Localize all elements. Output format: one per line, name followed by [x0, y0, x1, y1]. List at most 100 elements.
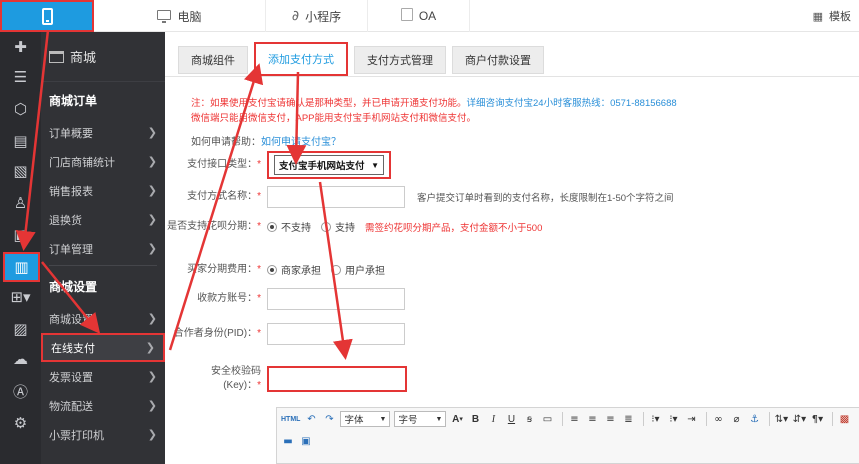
pid-input[interactable] — [267, 323, 405, 345]
help-line: 如何申请帮助：如何申请支付宝？ — [191, 133, 341, 148]
huabei-option-no[interactable]: 不支持 — [267, 219, 311, 234]
sidebar-item-mall-settings[interactable]: 商城设置 ❯ — [41, 304, 165, 333]
sidebar-item-returns[interactable]: 退换货 ❯ — [41, 205, 165, 234]
tab-payment-management[interactable]: 支付方式管理 — [354, 46, 446, 74]
apps-grid-icon[interactable]: ⊞▾ — [0, 282, 41, 312]
sidebar-item-invoice-settings[interactable]: 发票设置 ❯ — [41, 362, 165, 391]
italic-icon[interactable]: I — [486, 411, 500, 427]
editor-toolbar-row-2: ▬ ▣ — [277, 430, 859, 452]
tab-merchant-payment[interactable]: 商户付款设置 — [452, 46, 544, 74]
monitor-card-icon[interactable]: ▣ — [0, 220, 41, 250]
account-row: 收款方账号：* — [165, 288, 405, 310]
sidebar-title: 商城 — [70, 50, 97, 65]
tab-underline — [165, 76, 859, 77]
clipboard-icon[interactable]: ▥ — [3, 252, 40, 282]
sidebar-item-online-payment[interactable]: 在线支付 ❯ — [41, 333, 165, 362]
tab-miniprogram[interactable]: ∂ 小程序 — [266, 0, 368, 32]
huabei-row: 是否支持花呗分期：* 不支持 支持 需签约花呗分期产品，支付金额不小于500 — [165, 219, 542, 235]
document-icon[interactable]: ▤ — [0, 126, 41, 156]
icon-sidebar: ✚ ☰ ⬡ ▤ ▧ ♙ ▣ ▥ ⊞▾ ▨ ☁ Ⓐ ⚙ — [0, 32, 41, 464]
template-label: 模板 — [829, 11, 851, 23]
rich-text-editor: HTML ↶ ↷ 字体 ▼ 字号 ▼ A ▾ B I U ꞩ ▭ ≡ ≡ ≡ ≣ ⁝▾… — [276, 407, 859, 464]
divider — [769, 412, 771, 426]
sidebar-item-order-management[interactable]: 订单管理 ❯ — [41, 234, 165, 263]
clear-format-icon[interactable]: ▭ — [540, 411, 554, 427]
interface-type-select[interactable]: 支付宝手机网站支付 ▼ — [274, 155, 384, 175]
fee-option-user[interactable]: 用户承担 — [331, 262, 385, 277]
sidebar-item-label: 在线支付 — [51, 342, 95, 355]
gear-icon[interactable]: ⚙ — [0, 408, 41, 438]
section-title-settings: 商城设置 — [49, 279, 98, 294]
sidebar-item-logistics[interactable]: 物流配送 ❯ — [41, 391, 165, 420]
notice-hotline: 详细咨询支付宝24小时客服热线：0571-88156688 — [466, 98, 677, 109]
indent-icon[interactable]: ⇥ — [684, 411, 698, 427]
fee-option-merchant[interactable]: 商家承担 — [267, 262, 321, 277]
list-icon[interactable]: ☰ — [0, 62, 41, 92]
align-left-icon[interactable]: ≡ — [567, 411, 581, 427]
pid-label: 合作者身份(PID)：* — [173, 328, 261, 339]
sidebar-header: 商城 — [41, 32, 165, 82]
sidebar-item-receipt-printer[interactable]: 小票打印机 ❯ — [41, 420, 165, 449]
tab-oa[interactable]: OA — [368, 0, 470, 32]
huabei-option-yes[interactable]: 支持 — [321, 219, 355, 234]
underline-icon[interactable]: U — [504, 411, 518, 427]
cube-icon[interactable]: ⬡ — [0, 94, 41, 124]
unlink-icon[interactable]: ⌀ — [729, 411, 743, 427]
mobile-tab[interactable] — [0, 0, 94, 32]
tab-pc[interactable]: 电脑 — [94, 0, 266, 32]
sidebar-item-sales-report[interactable]: 销售报表 ❯ — [41, 176, 165, 205]
font-family-select[interactable]: 字体 ▼ — [340, 411, 391, 427]
payment-name-input[interactable] — [267, 186, 405, 208]
sidebar-item-label: 退换货 — [49, 214, 82, 227]
account-label: 收款方账号：* — [197, 293, 261, 304]
link-icon[interactable]: ∞ — [711, 411, 725, 427]
form-icon[interactable]: ▨ — [0, 314, 41, 344]
interface-type-row: 支付接口类型：* 支付宝手机网站支付 ▼ — [165, 151, 391, 179]
plus-cross-icon[interactable]: ✚ — [0, 32, 41, 62]
store-app-icon[interactable]: Ⓐ — [0, 376, 41, 406]
ordered-list-icon[interactable]: ⁝▾ — [648, 411, 662, 427]
divider — [706, 412, 708, 426]
align-center-icon[interactable]: ≡ — [585, 411, 599, 427]
key-input[interactable] — [267, 366, 407, 392]
unordered-list-icon[interactable]: ⁝▾ — [666, 411, 680, 427]
html-icon[interactable]: HTML — [281, 411, 300, 427]
radio-checked-icon — [267, 221, 277, 232]
chat-icon[interactable]: ☁ — [0, 344, 41, 374]
anchor-icon[interactable]: ⚓ — [747, 411, 761, 427]
chevron-right-icon: ❯ — [147, 185, 157, 197]
paragraph-spacing-icon[interactable]: ⇵▾ — [792, 411, 806, 427]
sidebar-item-store-stats[interactable]: 门店商铺统计 ❯ — [41, 147, 165, 176]
save-icon[interactable]: ▣ — [299, 433, 313, 449]
radio-label: 不支持 — [281, 223, 311, 234]
align-right-icon[interactable]: ≡ — [603, 411, 617, 427]
tab-add-payment[interactable]: 添加支付方式 — [254, 42, 348, 76]
installment-fee-label: 买家分期费用：* — [187, 263, 261, 275]
app-root: 电脑 ∂ 小程序 OA ▦ 模板 ✚ ☰ ⬡ ▤ ▧ ♙ ▣ ▥ ⊞▾ ▨ ☁ … — [0, 0, 859, 464]
sidebar-item-label: 订单管理 — [49, 243, 93, 256]
align-justify-icon[interactable]: ≣ — [621, 411, 635, 427]
bold-icon[interactable]: B — [468, 411, 482, 427]
sidebar-item-order-overview[interactable]: 订单概要 ❯ — [41, 118, 165, 147]
insert-image-icon[interactable]: ▩ — [837, 411, 851, 427]
interface-type-value: 支付宝手机网站支付 — [279, 161, 365, 172]
direction-icon[interactable]: ¶▾ — [810, 411, 824, 427]
undo-icon[interactable]: ↶ — [304, 411, 318, 427]
template-button[interactable]: ▦ 模板 — [813, 0, 851, 32]
radio-unchecked-icon — [331, 264, 341, 275]
chevron-right-icon: ❯ — [147, 127, 157, 139]
redo-icon[interactable]: ↷ — [322, 411, 336, 427]
line-height-icon[interactable]: ⇅▾ — [774, 411, 788, 427]
font-size-select[interactable]: 字号 ▼ — [394, 411, 447, 427]
user-icon[interactable]: ♙ — [0, 188, 41, 218]
strikethrough-icon[interactable]: ꞩ — [522, 411, 536, 427]
horizontal-rule-icon[interactable]: ▬ — [281, 433, 295, 449]
divider — [49, 265, 157, 266]
help-link[interactable]: 如何申请支付宝？ — [261, 137, 341, 148]
tab-mall-components[interactable]: 商城组件 — [178, 46, 248, 74]
account-input[interactable] — [267, 288, 405, 310]
chevron-right-icon: ❯ — [147, 313, 157, 325]
font-color-icon[interactable]: A ▾ — [450, 411, 464, 427]
image-icon[interactable]: ▧ — [0, 156, 41, 186]
chevron-right-icon: ❯ — [147, 156, 157, 168]
